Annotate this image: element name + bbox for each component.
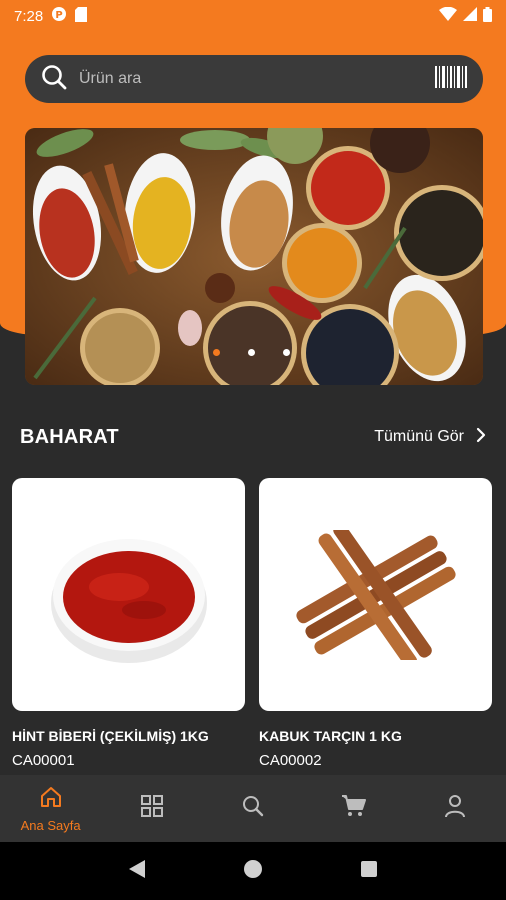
nav-categories[interactable] [112, 795, 192, 822]
nav-search[interactable] [213, 795, 293, 822]
sd-card-icon [75, 6, 88, 26]
product-card[interactable]: HİNT BİBERİ (ÇEKİLMİŞ) 1KG CA00001 [12, 478, 245, 769]
svg-text:P: P [56, 10, 63, 21]
section-title: BAHARAT [20, 425, 119, 448]
product-code: CA00001 [12, 752, 75, 769]
product-name[interactable]: HİNT BİBERİ (ÇEKİLMİŞ) 1KG [12, 728, 245, 744]
home-button-icon[interactable] [243, 859, 263, 884]
nav-cart[interactable] [314, 794, 394, 823]
status-time: 7:28 [14, 7, 44, 25]
product-image[interactable] [12, 478, 245, 711]
nav-profile[interactable] [415, 794, 495, 823]
system-navigation-bar [0, 842, 506, 900]
nav-home-label: Ana Sayfa [20, 817, 81, 833]
recents-icon[interactable] [360, 860, 378, 883]
ground-red-pepper-bowl-image [50, 538, 207, 663]
spices-banner-image [25, 128, 483, 385]
barcode-icon[interactable] [435, 65, 467, 93]
see-all-label: Tümünü Gör [374, 428, 464, 445]
search-bar[interactable]: Ürün ara [25, 55, 483, 103]
product-card[interactable]: KABUK TARÇIN 1 KG CA00002 [259, 478, 492, 769]
cart-icon [341, 794, 367, 823]
signal-icon [463, 7, 477, 25]
search-input[interactable]: Ürün ara [79, 70, 435, 88]
product-code: CA00002 [259, 752, 322, 769]
banner-dot[interactable] [248, 349, 255, 356]
product-carousel[interactable]: HİNT BİBERİ (ÇEKİLMİŞ) 1KG CA00001 KABUK… [12, 478, 506, 778]
status-bar: 7:28 P [0, 0, 506, 32]
search-icon [242, 795, 264, 822]
back-icon[interactable] [128, 859, 146, 884]
product-image[interactable] [259, 478, 492, 711]
promo-banner[interactable] [25, 128, 483, 385]
profile-icon [444, 794, 466, 823]
app-notification-icon: P [51, 6, 67, 26]
banner-dot[interactable] [283, 349, 290, 356]
chevron-right-icon [476, 427, 486, 448]
categories-icon [140, 795, 163, 822]
bottom-navigation: Ana Sayfa [0, 775, 506, 842]
see-all-link[interactable]: Tümünü Gör [374, 427, 486, 448]
category-section-header: BAHARAT Tümünü Gör [0, 420, 506, 454]
cinnamon-sticks-image [295, 529, 456, 660]
wifi-icon [439, 6, 457, 25]
product-name[interactable]: KABUK TARÇIN 1 KG [259, 728, 492, 744]
search-icon[interactable] [41, 64, 67, 95]
banner-pagination [213, 349, 290, 356]
banner-dot-active[interactable] [213, 349, 220, 356]
battery-icon [483, 6, 492, 26]
home-icon [39, 785, 63, 814]
nav-home[interactable]: Ana Sayfa [11, 785, 91, 833]
